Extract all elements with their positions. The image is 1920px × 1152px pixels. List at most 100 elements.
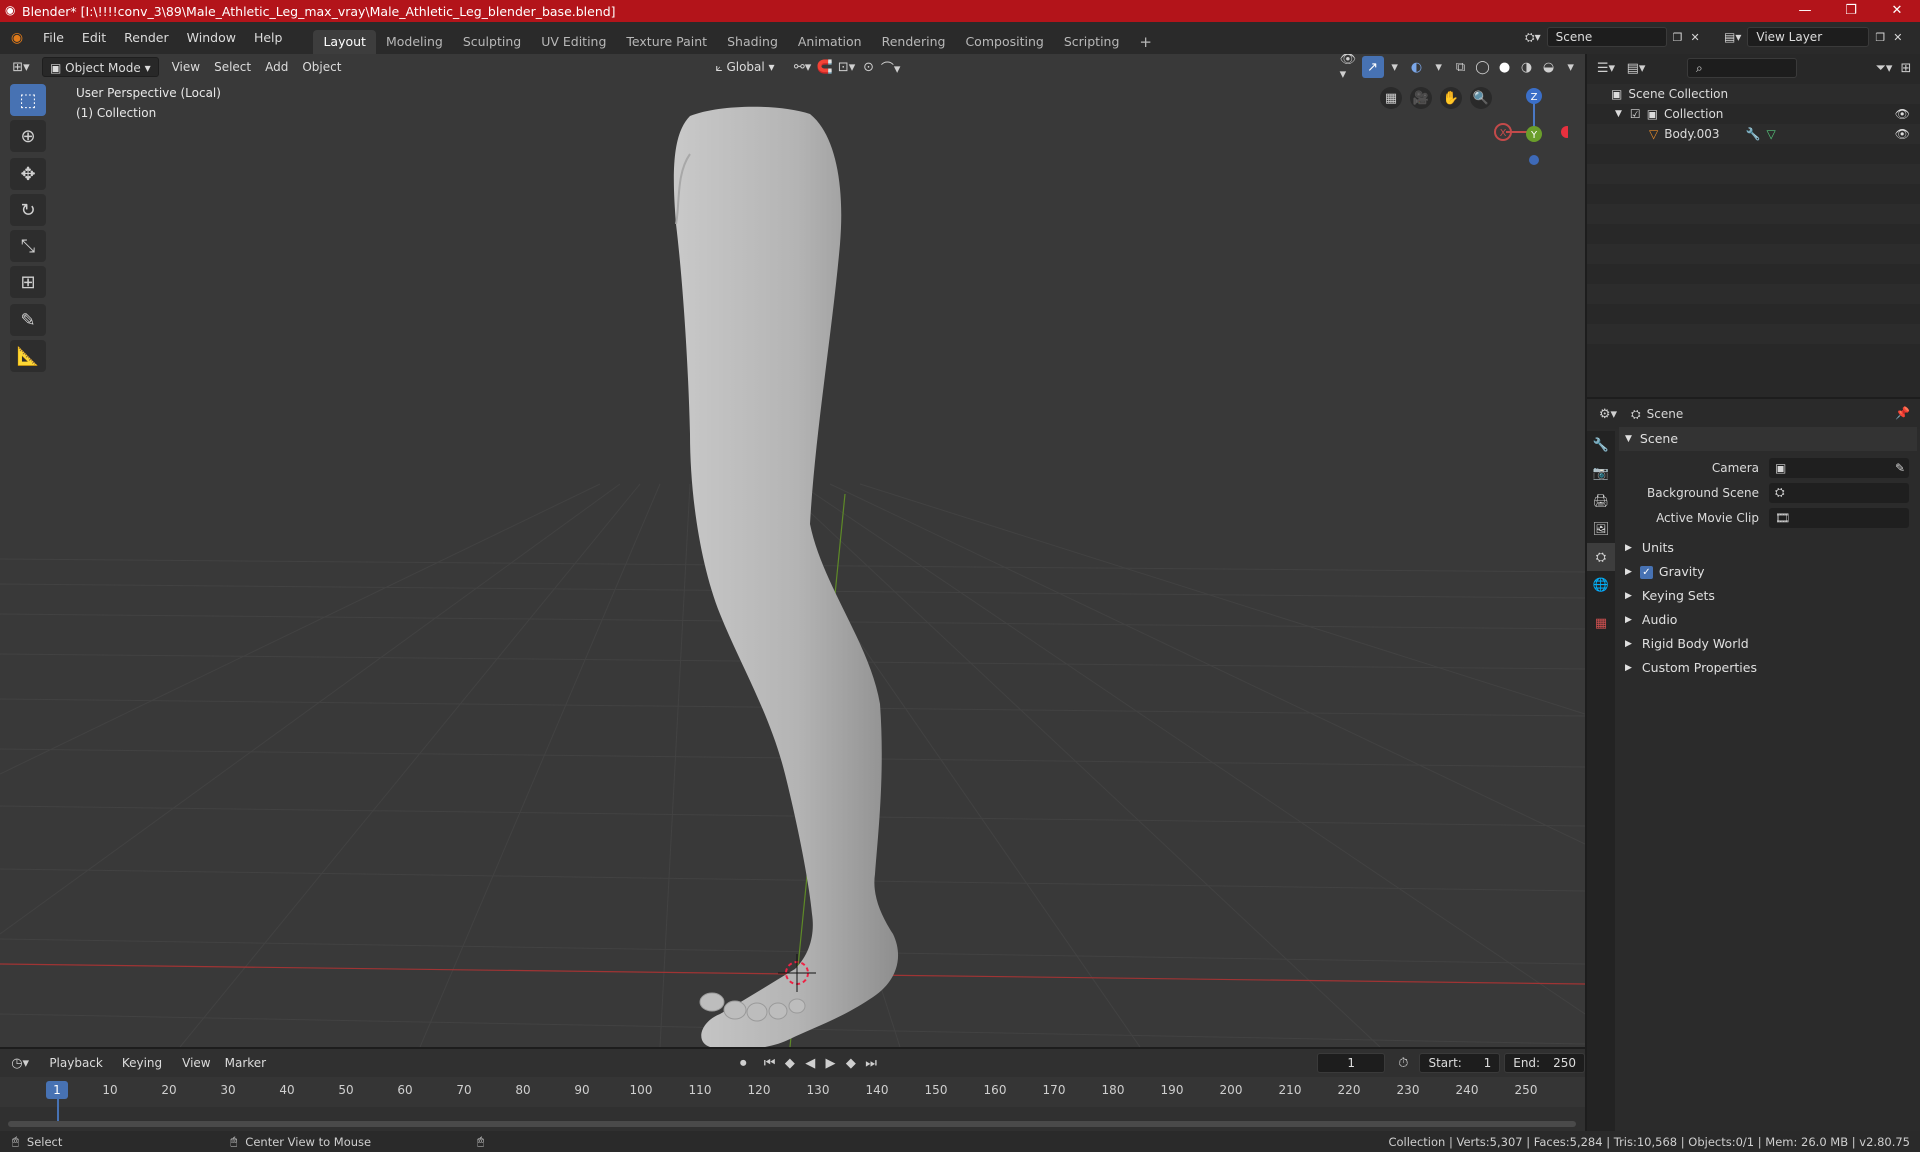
collection-visibility-icon[interactable]: 👁: [1895, 104, 1910, 124]
start-frame-field[interactable]: Start: 1: [1419, 1053, 1501, 1073]
tab-layout[interactable]: Layout: [313, 30, 376, 54]
outliner-editor-type-icon[interactable]: ☰▾: [1595, 57, 1617, 79]
scale-tool[interactable]: ⤡: [10, 230, 46, 262]
collection-checkbox[interactable]: ☑: [1630, 104, 1641, 124]
measure-tool[interactable]: 📐: [10, 340, 46, 372]
custom-properties-panel-header[interactable]: ▶ Custom Properties: [1619, 656, 1917, 680]
select-box-tool[interactable]: ⬚: [10, 84, 46, 116]
outliner-search-input[interactable]: ⌕: [1687, 58, 1797, 78]
blender-menu-icon[interactable]: ◉: [0, 30, 34, 46]
transform-orientation[interactable]: ⟀ Global ▾: [708, 57, 781, 77]
scene-selector-icon[interactable]: ⛭▾: [1525, 30, 1541, 45]
collection-expand-icon[interactable]: ▼: [1615, 104, 1622, 124]
visibility-icon[interactable]: 👁▾: [1340, 54, 1362, 82]
3d-viewport[interactable]: ⊞▾ ▣ Object Mode ▾ View Select Add Objec…: [0, 54, 1585, 1047]
menu-timeline-view[interactable]: View: [175, 1053, 217, 1073]
snap-icon[interactable]: 🧲: [814, 56, 836, 78]
background-scene-field[interactable]: ⛭: [1769, 482, 1909, 503]
tab-scripting[interactable]: Scripting: [1054, 30, 1130, 54]
pivot-point-icon[interactable]: ⚯▾: [792, 56, 814, 78]
shading-dropdown-icon[interactable]: ▾: [1560, 56, 1582, 78]
frame-ruler[interactable]: 1 10 20 30 40 50 60 70 80 90 100 110 120…: [0, 1077, 1585, 1107]
menu-help[interactable]: Help: [245, 22, 292, 54]
tab-modeling[interactable]: Modeling: [376, 30, 453, 54]
menu-keying[interactable]: Keying ▾: [115, 1053, 175, 1090]
scene-panel-header[interactable]: ▼ Scene: [1619, 427, 1917, 451]
world-tab-icon[interactable]: 🌐: [1587, 571, 1615, 599]
snap-target-icon[interactable]: ⊡▾: [836, 56, 858, 78]
tab-rendering[interactable]: Rendering: [872, 30, 956, 54]
menu-view[interactable]: View: [165, 57, 207, 77]
view-layer-tab-icon[interactable]: 🖼: [1587, 515, 1615, 543]
menu-window[interactable]: Window: [178, 22, 245, 54]
delete-scene-icon[interactable]: ✕: [1691, 31, 1700, 44]
playhead-line[interactable]: [57, 1099, 59, 1121]
active-movie-clip-field[interactable]: 🎞: [1769, 507, 1909, 528]
modifier-icon[interactable]: 🔧: [1746, 124, 1761, 144]
outliner-object-row[interactable]: ▽ Body.003 🔧 ▽ 👁: [1587, 124, 1920, 144]
play-icon[interactable]: ▶: [820, 1052, 840, 1074]
tab-sculpting[interactable]: Sculpting: [453, 30, 531, 54]
next-keyframe-icon[interactable]: ◆: [841, 1052, 861, 1074]
new-collection-icon[interactable]: ⊞: [1895, 57, 1917, 79]
maximize-button[interactable]: ❐: [1828, 0, 1874, 22]
new-scene-icon[interactable]: ❐: [1673, 31, 1683, 44]
overlay-toggle-icon[interactable]: ◐: [1406, 56, 1428, 78]
mode-selector[interactable]: ▣ Object Mode ▾: [42, 57, 159, 77]
falloff-icon[interactable]: ⌒▾: [880, 56, 902, 78]
texture-tab-icon[interactable]: ▦: [1587, 609, 1615, 637]
menu-select[interactable]: Select: [207, 57, 258, 77]
move-tool[interactable]: ✥: [10, 158, 46, 190]
record-icon[interactable]: ⏺: [733, 1052, 753, 1074]
menu-render[interactable]: Render: [115, 22, 178, 54]
audio-panel-header[interactable]: ▶ Audio: [1619, 608, 1917, 632]
close-button[interactable]: ✕: [1874, 0, 1920, 22]
menu-marker[interactable]: Marker: [218, 1053, 273, 1073]
preview-range-icon[interactable]: ⏱: [1393, 1052, 1413, 1074]
gizmo-dropdown-icon[interactable]: ▾: [1384, 56, 1406, 78]
menu-add[interactable]: Add: [258, 57, 295, 77]
rigid-body-world-panel-header[interactable]: ▶ Rigid Body World: [1619, 632, 1917, 656]
solid-shading-icon[interactable]: ●: [1494, 56, 1516, 78]
keying-sets-panel-header[interactable]: ▶ Keying Sets: [1619, 584, 1917, 608]
display-mode-icon[interactable]: ▤▾: [1625, 57, 1647, 79]
end-frame-field[interactable]: End: 250: [1504, 1053, 1586, 1073]
view-layer-field[interactable]: View Layer: [1747, 27, 1870, 47]
grid-view-icon[interactable]: ▦: [1380, 87, 1402, 109]
menu-edit[interactable]: Edit: [73, 22, 115, 54]
xray-icon[interactable]: ⧉: [1450, 56, 1472, 78]
scene-field[interactable]: Scene: [1546, 27, 1667, 47]
navigation-gizmo[interactable]: Z X Y: [1488, 84, 1568, 184]
tab-texture-paint[interactable]: Texture Paint: [616, 30, 717, 54]
leg-mesh[interactable]: [673, 106, 899, 1047]
properties-editor-type-icon[interactable]: ⚙▾: [1597, 403, 1619, 425]
delete-view-layer-icon[interactable]: ✕: [1893, 31, 1902, 44]
editor-type-icon[interactable]: ⊞▾: [10, 56, 32, 78]
add-workspace-button[interactable]: +: [1129, 30, 1162, 54]
scene-tab-icon[interactable]: ⛭: [1587, 543, 1615, 571]
material-shading-icon[interactable]: ◑: [1516, 56, 1538, 78]
current-frame-indicator[interactable]: 1: [46, 1081, 68, 1099]
wireframe-shading-icon[interactable]: ◯: [1472, 56, 1494, 78]
jump-end-icon[interactable]: ⏭: [861, 1052, 881, 1074]
rotate-tool[interactable]: ↻: [10, 194, 46, 226]
units-panel-header[interactable]: ▶ Units: [1619, 536, 1917, 560]
timeline-editor-type-icon[interactable]: ◷▾: [10, 1052, 30, 1074]
pin-icon[interactable]: 📌: [1895, 406, 1910, 420]
jump-start-icon[interactable]: ⏮: [759, 1052, 779, 1074]
filter-icon[interactable]: ⏷▾: [1873, 57, 1895, 79]
gravity-panel-header[interactable]: ▶ ✓ Gravity: [1619, 560, 1917, 584]
gravity-checkbox[interactable]: ✓: [1639, 565, 1653, 579]
prev-keyframe-icon[interactable]: ◆: [780, 1052, 800, 1074]
outliner-scene-collection[interactable]: ▣ Scene Collection: [1587, 84, 1920, 104]
object-visibility-icon[interactable]: 👁: [1895, 124, 1910, 144]
camera-field[interactable]: ▣ ✎: [1769, 457, 1909, 478]
tool-tab-icon[interactable]: 🔧: [1587, 431, 1615, 459]
pan-view-icon[interactable]: ✋: [1440, 87, 1462, 109]
tab-shading[interactable]: Shading: [717, 30, 788, 54]
new-view-layer-icon[interactable]: ❐: [1875, 31, 1885, 44]
gizmo-toggle-icon[interactable]: ↗: [1361, 56, 1384, 78]
menu-file[interactable]: File: [34, 22, 73, 54]
camera-view-icon[interactable]: 🎥: [1410, 87, 1432, 109]
output-tab-icon[interactable]: 🖨: [1587, 487, 1615, 515]
